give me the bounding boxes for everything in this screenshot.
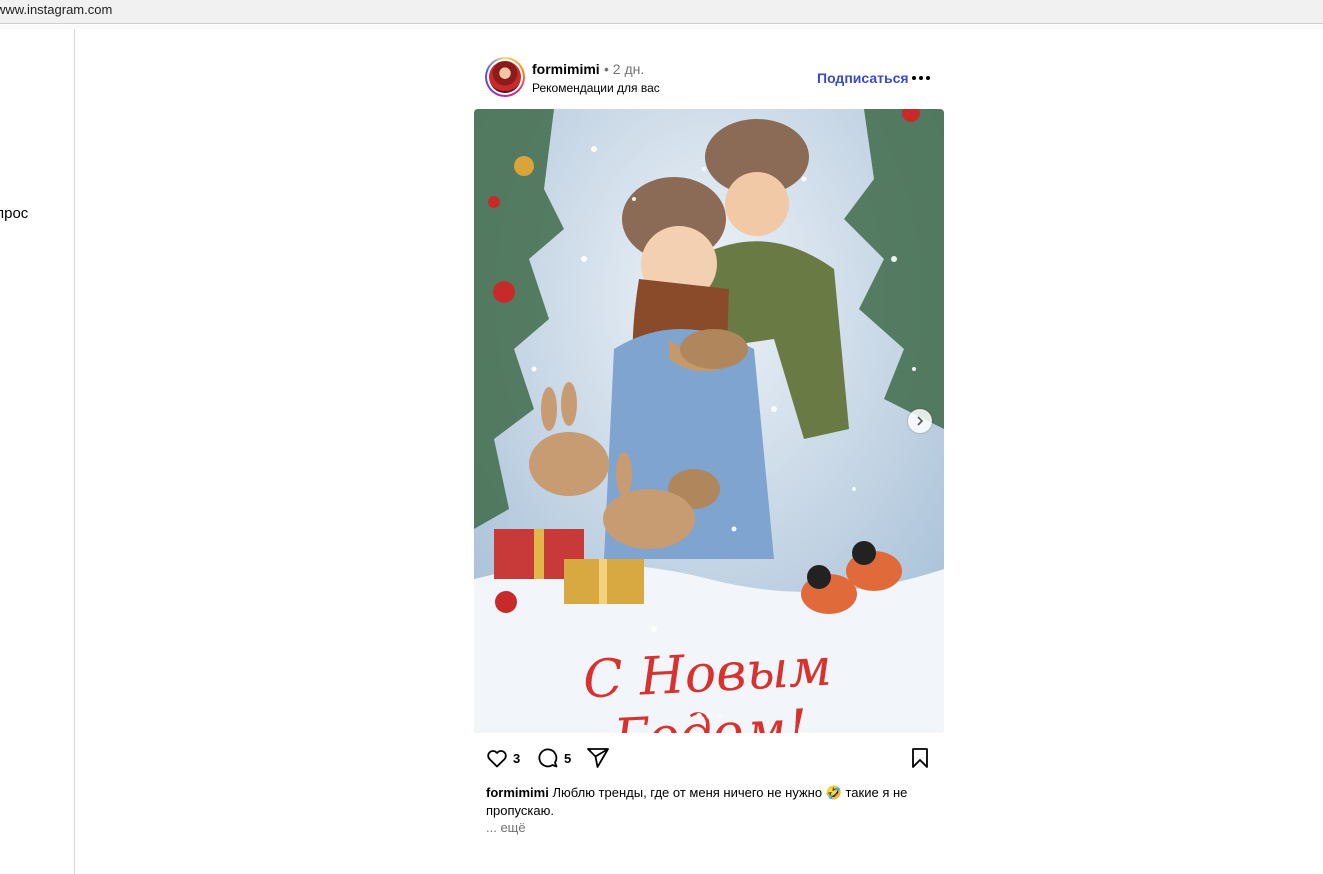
avatar-image [489, 61, 521, 93]
caption-text: Люблю тренды, где от меня ничего не нужн… [486, 785, 908, 818]
caption-more-link[interactable]: ... ещё [486, 820, 526, 835]
chevron-right-icon[interactable] [908, 409, 932, 433]
comment-button[interactable]: 5 [536, 746, 571, 770]
address-url[interactable]: www.instagram.com [0, 2, 112, 17]
carousel-dot [716, 713, 722, 719]
share-icon [587, 748, 609, 768]
heart-icon [487, 750, 507, 768]
avatar[interactable] [485, 57, 525, 97]
post-time[interactable]: • 2 дн. [604, 61, 644, 77]
post-caption: formimimi Люблю тренды, где от меня ниче… [486, 784, 936, 820]
bookmark-icon [912, 748, 928, 768]
post-username[interactable]: formimimi [532, 61, 600, 77]
more-options-icon[interactable] [912, 69, 932, 83]
carousel-indicators [474, 713, 944, 719]
comment-icon [538, 748, 558, 768]
sidebar-item-requests[interactable]: прос [0, 205, 28, 222]
post-header: formimimi • 2 дн. Рекомендации для вас П… [474, 52, 944, 108]
post-actions: 3 5 [474, 742, 944, 774]
save-button[interactable] [908, 746, 932, 775]
browser-address-bar[interactable]: www.instagram.com [0, 0, 1323, 24]
follow-button[interactable]: Подписаться [817, 70, 909, 86]
share-button[interactable] [586, 746, 610, 770]
like-button[interactable]: 3 [485, 746, 520, 770]
caption-username[interactable]: formimimi [486, 785, 549, 800]
carousel-dot [706, 713, 712, 719]
carousel-dot [696, 713, 702, 719]
post-media[interactable]: С Новым Годом! [474, 109, 944, 733]
left-sidebar: прос [0, 29, 75, 874]
post-subline: Рекомендации для вас [532, 81, 660, 95]
comments-count[interactable]: 5 [564, 751, 571, 766]
feed-post: formimimi • 2 дн. Рекомендации для вас П… [474, 52, 944, 835]
toolbar-divider [0, 25, 1323, 29]
likes-count[interactable]: 3 [513, 751, 520, 766]
